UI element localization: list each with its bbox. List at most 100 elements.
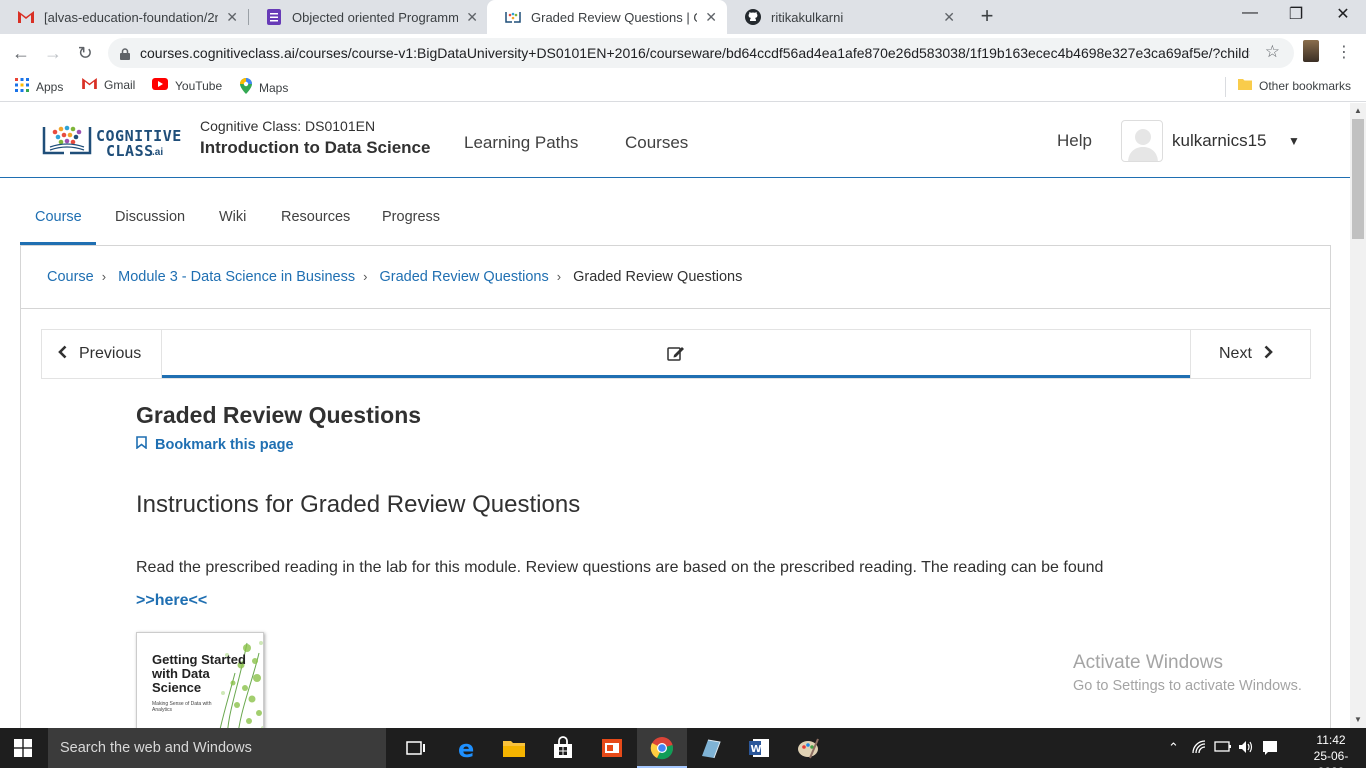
breadcrumb-module[interactable]: Module 3 - Data Science in Business	[118, 269, 355, 285]
store-icon[interactable]	[551, 736, 575, 760]
bookmark-gmail[interactable]: Gmail	[82, 78, 135, 92]
bookmark-divider	[1225, 77, 1226, 97]
previous-button[interactable]: Previous	[42, 330, 162, 378]
bookmark-other[interactable]: Other bookmarks	[1238, 78, 1351, 93]
tab-resources[interactable]: Resources	[281, 203, 350, 245]
scroll-thumb[interactable]	[1352, 119, 1364, 239]
close-icon[interactable]: ✕	[226, 9, 238, 26]
chevron-left-icon	[58, 345, 67, 364]
book-subtitle: Making Sense of Data with Analytics	[152, 701, 212, 713]
browser-tab-strip: [alvas-education-foundation/2nd ✕ Object…	[0, 0, 1366, 34]
taskbar-search-input[interactable]: Search the web and Windows	[48, 728, 386, 768]
lock-icon	[120, 47, 130, 60]
network-icon[interactable]	[1192, 740, 1208, 757]
app-icon[interactable]	[698, 736, 722, 760]
bookmark-youtube[interactable]: YouTube	[152, 78, 222, 93]
next-button[interactable]: Next	[1190, 330, 1310, 378]
username[interactable]: kulkarnics15	[1172, 131, 1267, 151]
book-cover-image: Getting Started with Data Science Making…	[136, 632, 264, 728]
breadcrumb-course[interactable]: Course	[47, 269, 94, 285]
windows-taskbar: Search the web and Windows e W ⌃ 11:42 2…	[0, 728, 1366, 779]
url-text: courses.cognitiveclass.ai/courses/course…	[140, 45, 1250, 61]
tab-github[interactable]: ritikakulkarni ✕	[727, 0, 965, 34]
cognitiveclass-icon	[505, 9, 521, 25]
sequence-navigation: Previous Next	[41, 329, 1311, 379]
edge-browser-icon[interactable]: e	[455, 735, 479, 763]
kebab-menu-icon[interactable]: ⋮	[1336, 42, 1352, 62]
scroll-up-icon[interactable]: ▲	[1354, 106, 1362, 115]
scroll-down-icon[interactable]: ▼	[1354, 715, 1362, 724]
restore-icon[interactable]: ❐	[1273, 4, 1319, 24]
youtube-icon	[152, 78, 168, 93]
volume-icon[interactable]	[1238, 740, 1254, 757]
nav-courses[interactable]: Courses	[625, 133, 688, 153]
close-icon[interactable]: ✕	[466, 9, 478, 26]
paint-icon[interactable]	[796, 736, 820, 760]
breadcrumb: Course › Module 3 - Data Science in Busin…	[47, 269, 742, 285]
bookmark-label: YouTube	[175, 78, 223, 93]
close-icon[interactable]: ✕	[705, 9, 717, 26]
bookmark-icon	[136, 436, 147, 453]
bookmark-label: Apps	[36, 79, 64, 94]
svg-text:e: e	[458, 736, 474, 760]
task-view-icon[interactable]	[404, 736, 428, 760]
activate-windows-watermark: Activate Windows Go to Settings to activ…	[1073, 652, 1302, 694]
tab-gmail[interactable]: [alvas-education-foundation/2nd ✕	[0, 0, 248, 34]
nav-learning-paths[interactable]: Learning Paths	[464, 133, 578, 153]
address-bar[interactable]: courses.cognitiveclass.ai/courses/course…	[108, 38, 1294, 68]
clock-date: 25-06-2020	[1313, 749, 1349, 779]
browser-toolbar: ← → ↻ courses.cognitiveclass.ai/courses/…	[0, 34, 1366, 72]
apps-grid-icon	[15, 78, 29, 95]
office-icon[interactable]	[600, 736, 624, 760]
maps-pin-icon	[240, 78, 252, 97]
bookmark-apps[interactable]: Apps	[15, 78, 63, 95]
previous-label: Previous	[79, 345, 142, 362]
forms-icon	[266, 9, 282, 25]
system-clock[interactable]: 11:42 25-06-2020	[1302, 732, 1360, 780]
tab-discussion[interactable]: Discussion	[115, 203, 185, 245]
star-icon[interactable]: ☆	[1265, 42, 1280, 62]
tab-graded-review[interactable]: Graded Review Questions | Grade ✕	[487, 0, 727, 34]
page-scrollbar[interactable]: ▲ ▼	[1350, 103, 1366, 728]
course-name: Introduction to Data Science	[200, 138, 431, 157]
chevron-right-icon: ›	[556, 269, 562, 284]
github-icon	[745, 9, 761, 25]
tab-course[interactable]: Course	[20, 203, 96, 245]
action-center-icon[interactable]	[1262, 740, 1278, 759]
close-icon[interactable]: ✕	[943, 9, 955, 26]
tab-title: Objected oriented Programming	[292, 9, 459, 25]
minimize-icon[interactable]: —	[1227, 4, 1273, 22]
tab-title: [alvas-education-foundation/2nd	[44, 9, 219, 25]
forward-arrow-icon[interactable]: →	[40, 41, 66, 65]
bookmark-label: Bookmark this page	[155, 436, 294, 453]
tab-progress[interactable]: Progress	[382, 203, 440, 245]
window-close-icon[interactable]: ✕	[1320, 4, 1366, 24]
word-icon[interactable]: W	[747, 736, 771, 760]
avatar[interactable]	[1121, 120, 1163, 162]
tab-title: ritikakulkarni	[771, 9, 844, 25]
battery-icon[interactable]	[1214, 740, 1232, 757]
chrome-icon[interactable]	[650, 736, 674, 760]
tab-wiki[interactable]: Wiki	[219, 203, 246, 245]
windows-start-icon[interactable]	[14, 739, 32, 757]
chevron-right-icon: ›	[101, 269, 107, 284]
file-explorer-icon[interactable]	[502, 736, 526, 760]
unit-tab-active[interactable]	[162, 330, 1191, 378]
bookmark-label: Maps	[259, 80, 289, 95]
cognitive-class-logo[interactable]: COGNITIVE CLASS .ai	[42, 123, 181, 160]
section-heading: Instructions for Graded Review Questions	[136, 491, 581, 518]
bookmark-button[interactable]: Bookmark this page	[136, 436, 294, 453]
caret-down-icon[interactable]: ▼	[1288, 134, 1300, 148]
chevron-up-icon[interactable]: ⌃	[1168, 740, 1179, 756]
back-arrow-icon[interactable]: ←	[8, 41, 34, 65]
bookmark-label: Gmail	[104, 78, 136, 92]
reading-link[interactable]: >>here<<	[136, 592, 207, 609]
profile-avatar[interactable]	[1303, 40, 1319, 62]
tab-forms[interactable]: Objected oriented Programming ✕	[248, 0, 488, 34]
reload-icon[interactable]: ↻	[72, 41, 98, 65]
help-link[interactable]: Help	[1057, 131, 1092, 151]
new-tab-button[interactable]: +	[976, 5, 998, 29]
bookmark-maps[interactable]: Maps	[240, 78, 288, 97]
book-title: Getting Started with Data Science	[152, 652, 246, 695]
breadcrumb-section[interactable]: Graded Review Questions	[379, 269, 548, 285]
